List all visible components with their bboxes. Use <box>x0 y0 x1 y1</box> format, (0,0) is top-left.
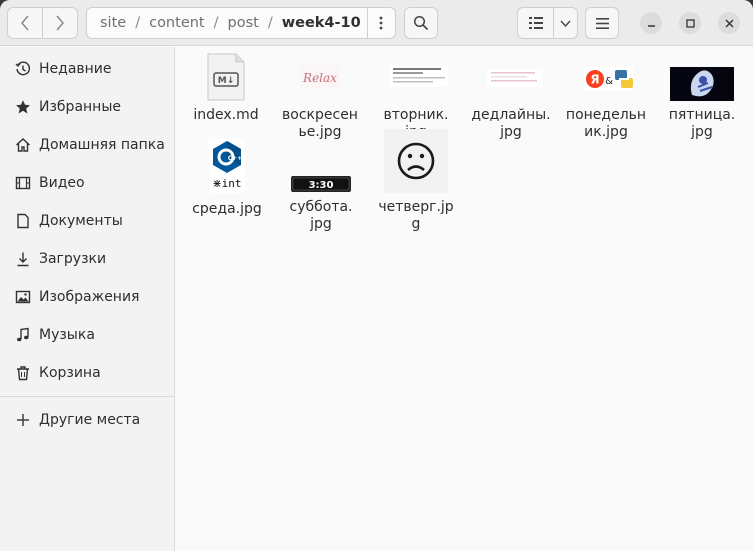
file-item-index-md[interactable]: M↓ index.md <box>184 53 268 124</box>
breadcrumb-current-folder[interactable]: week4-10 <box>276 15 367 31</box>
sidebar: Недавние Избранные Домашняя папка Видео … <box>0 47 175 551</box>
breadcrumb-post[interactable]: post <box>222 15 265 31</box>
close-button[interactable] <box>718 12 740 34</box>
image-icon <box>13 289 33 305</box>
image-thumbnail: 3:30 <box>289 145 353 193</box>
file-name: дедлайны. jpg <box>471 107 551 140</box>
file-name: среда.jpg <box>192 201 262 217</box>
sidebar-item-other-locations[interactable]: Другие места <box>0 401 174 439</box>
image-thumbnail <box>384 129 448 193</box>
chevron-down-icon <box>560 20 571 27</box>
file-grid: M↓ index.md Relax воскресен ье.jpg вторн… <box>175 47 753 551</box>
clock-icon <box>13 61 33 77</box>
trash-icon <box>13 365 33 381</box>
view-options-button[interactable] <box>553 8 577 38</box>
file-name: воскресен ье.jpg <box>282 107 358 140</box>
vertical-ellipsis-icon <box>379 16 383 30</box>
sidebar-item-documents[interactable]: Документы <box>0 202 174 240</box>
file-manager-window: site / content / post / week4-10 Недавни… <box>0 0 753 551</box>
sidebar-item-starred[interactable]: Избранные <box>0 88 174 126</box>
music-icon <box>13 327 33 343</box>
sidebar-item-label: Видео <box>39 175 85 191</box>
file-name: index.md <box>193 107 259 123</box>
view-toggle-group <box>517 7 578 39</box>
image-thumbnail: Я & <box>574 53 638 101</box>
forward-button[interactable] <box>42 8 77 38</box>
hamburger-menu-icon <box>595 17 609 29</box>
file-name: понедельн ик.jpg <box>565 107 647 140</box>
search-icon <box>413 15 429 31</box>
thumb-text-clock: 3:30 <box>309 180 334 191</box>
image-thumbnail <box>670 53 734 101</box>
file-item-saturday-jpg[interactable]: 3:30 суббота. jpg <box>279 145 363 233</box>
file-item-deadlines-jpg[interactable]: дедлайны. jpg <box>469 53 553 141</box>
chevron-right-icon <box>56 15 64 31</box>
list-view-icon <box>528 17 543 29</box>
thumb-text-yandex: Я <box>590 73 599 87</box>
star-icon <box>13 99 33 115</box>
sidebar-item-label: Музыка <box>39 327 95 343</box>
header-bar: site / content / post / week4-10 <box>0 0 753 46</box>
thumb-text-relax: Relax <box>302 71 337 85</box>
search-button[interactable] <box>404 7 438 39</box>
file-item-monday-jpg[interactable]: Я & понедельн ик.jpg <box>564 53 648 141</box>
file-name: четверг.jpg <box>378 199 454 232</box>
sidebar-item-label: Недавние <box>39 61 112 77</box>
sidebar-item-label: Загрузки <box>39 251 107 267</box>
file-item-thursday-jpg[interactable]: четверг.jpg <box>374 129 458 233</box>
film-icon <box>13 175 33 191</box>
sidebar-item-recent[interactable]: Недавние <box>0 50 174 88</box>
sidebar-item-downloads[interactable]: Загрузки <box>0 240 174 278</box>
path-bar: site / content / post / week4-10 <box>86 7 396 39</box>
plus-icon <box>13 413 33 427</box>
file-item-friday-jpg[interactable]: пятница. jpg <box>660 53 744 141</box>
download-icon <box>13 251 33 267</box>
document-icon <box>13 213 33 229</box>
image-thumbnail <box>479 53 543 101</box>
sidebar-item-label: Другие места <box>39 412 141 428</box>
sidebar-item-videos[interactable]: Видео <box>0 164 174 202</box>
markdown-file-icon: M↓ <box>194 53 258 101</box>
close-icon <box>725 19 733 27</box>
sidebar-divider <box>0 396 174 397</box>
file-name: пятница. jpg <box>668 107 736 140</box>
sidebar-item-label: Избранные <box>39 99 121 115</box>
sidebar-item-pictures[interactable]: Изображения <box>0 278 174 316</box>
main-menu-button[interactable] <box>585 7 619 39</box>
image-thumbnail <box>384 53 448 101</box>
breadcrumb-separator: / <box>213 15 219 31</box>
navigation-buttons <box>7 7 78 39</box>
minimize-button[interactable] <box>640 12 662 34</box>
chevron-left-icon <box>21 15 29 31</box>
sidebar-item-label: Корзина <box>39 365 101 381</box>
maximize-button[interactable] <box>679 12 701 34</box>
breadcrumb-separator: / <box>135 15 141 31</box>
maximize-icon <box>685 18 695 28</box>
sidebar-item-music[interactable]: Музыка <box>0 316 174 354</box>
image-thumbnail: C++ ⋇int <box>195 135 259 195</box>
sidebar-item-label: Документы <box>39 213 123 229</box>
thumb-text-int: ⋇int <box>212 177 241 190</box>
back-button[interactable] <box>8 8 42 38</box>
breadcrumb-content[interactable]: content <box>143 15 211 31</box>
breadcrumb-separator: / <box>267 15 273 31</box>
sidebar-item-label: Домашняя папка <box>39 137 165 153</box>
thumb-text-ampersand: & <box>605 76 613 87</box>
home-icon <box>13 137 33 153</box>
file-name: суббота. jpg <box>289 199 353 232</box>
sidebar-item-trash[interactable]: Корзина <box>0 354 174 392</box>
image-thumbnail: Relax <box>288 53 352 101</box>
sidebar-item-home[interactable]: Домашняя папка <box>0 126 174 164</box>
minimize-icon <box>647 24 655 27</box>
path-menu-button[interactable] <box>366 8 395 38</box>
breadcrumb-site[interactable]: site <box>87 15 132 31</box>
thumb-text-markdown: M↓ <box>218 76 235 86</box>
sidebar-item-label: Изображения <box>39 289 140 305</box>
list-view-button[interactable] <box>518 8 553 38</box>
file-item-wednesday-jpg[interactable]: C++ ⋇int среда.jpg <box>185 139 269 218</box>
file-item-tuesday-jpg[interactable]: вторник.jpg <box>374 53 458 141</box>
thumb-text-cpp: C++ <box>228 155 242 162</box>
file-item-sunday-jpg[interactable]: Relax воскресен ье.jpg <box>278 53 362 141</box>
